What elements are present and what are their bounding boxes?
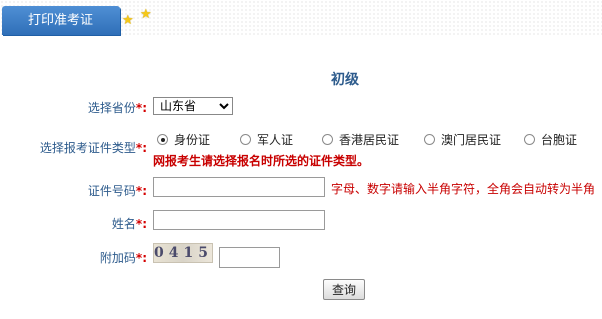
captcha-input[interactable] bbox=[219, 247, 280, 268]
radio-taiwan-compatriot[interactable]: 台胞证 bbox=[524, 131, 577, 148]
radio-id-card[interactable]: 身份证 bbox=[157, 131, 210, 148]
id-type-warning: 网报考生请选择报名时所选的证件类型。 bbox=[153, 154, 370, 168]
radio-macau-resident[interactable]: 澳门居民证 bbox=[424, 131, 501, 148]
id-number-label: 证件号码*: bbox=[87, 184, 147, 198]
captcha-label: 附加码*: bbox=[99, 251, 147, 265]
name-input[interactable] bbox=[153, 210, 325, 230]
page-title: 初级 bbox=[331, 72, 359, 88]
radio-button[interactable] bbox=[240, 134, 251, 145]
tab-print-admission-ticket[interactable]: 打印准考证 bbox=[2, 6, 120, 35]
tab-bar: 打印准考证 ★ ★ bbox=[0, 0, 602, 36]
id-type-label: 选择报考证件类型*: bbox=[39, 141, 147, 155]
province-label: 选择省份*: bbox=[87, 101, 147, 115]
id-number-hint: 字母、数字请输入半角字符，全角会自动转为半角 bbox=[331, 182, 596, 196]
radio-hong-kong-resident[interactable]: 香港居民证 bbox=[322, 131, 399, 148]
query-button[interactable]: 查询 bbox=[323, 279, 365, 300]
name-label: 姓名*: bbox=[111, 217, 147, 231]
radio-military-id[interactable]: 军人证 bbox=[240, 131, 293, 148]
radio-button-checked[interactable] bbox=[157, 134, 168, 145]
radio-button[interactable] bbox=[322, 134, 333, 145]
radio-button[interactable] bbox=[424, 134, 435, 145]
star-icon: ★ bbox=[140, 7, 152, 22]
radio-button[interactable] bbox=[524, 134, 535, 145]
captcha-image[interactable]: 0415 bbox=[153, 243, 213, 263]
province-select[interactable]: 山东省 bbox=[153, 97, 233, 115]
star-icon: ★ bbox=[122, 13, 134, 28]
id-number-input[interactable] bbox=[153, 177, 325, 197]
print-admission-ticket-page: 打印准考证 ★ ★ 初级 选择省份*: 山东省 选择报考证件类型*: 身份证 军… bbox=[0, 0, 602, 319]
